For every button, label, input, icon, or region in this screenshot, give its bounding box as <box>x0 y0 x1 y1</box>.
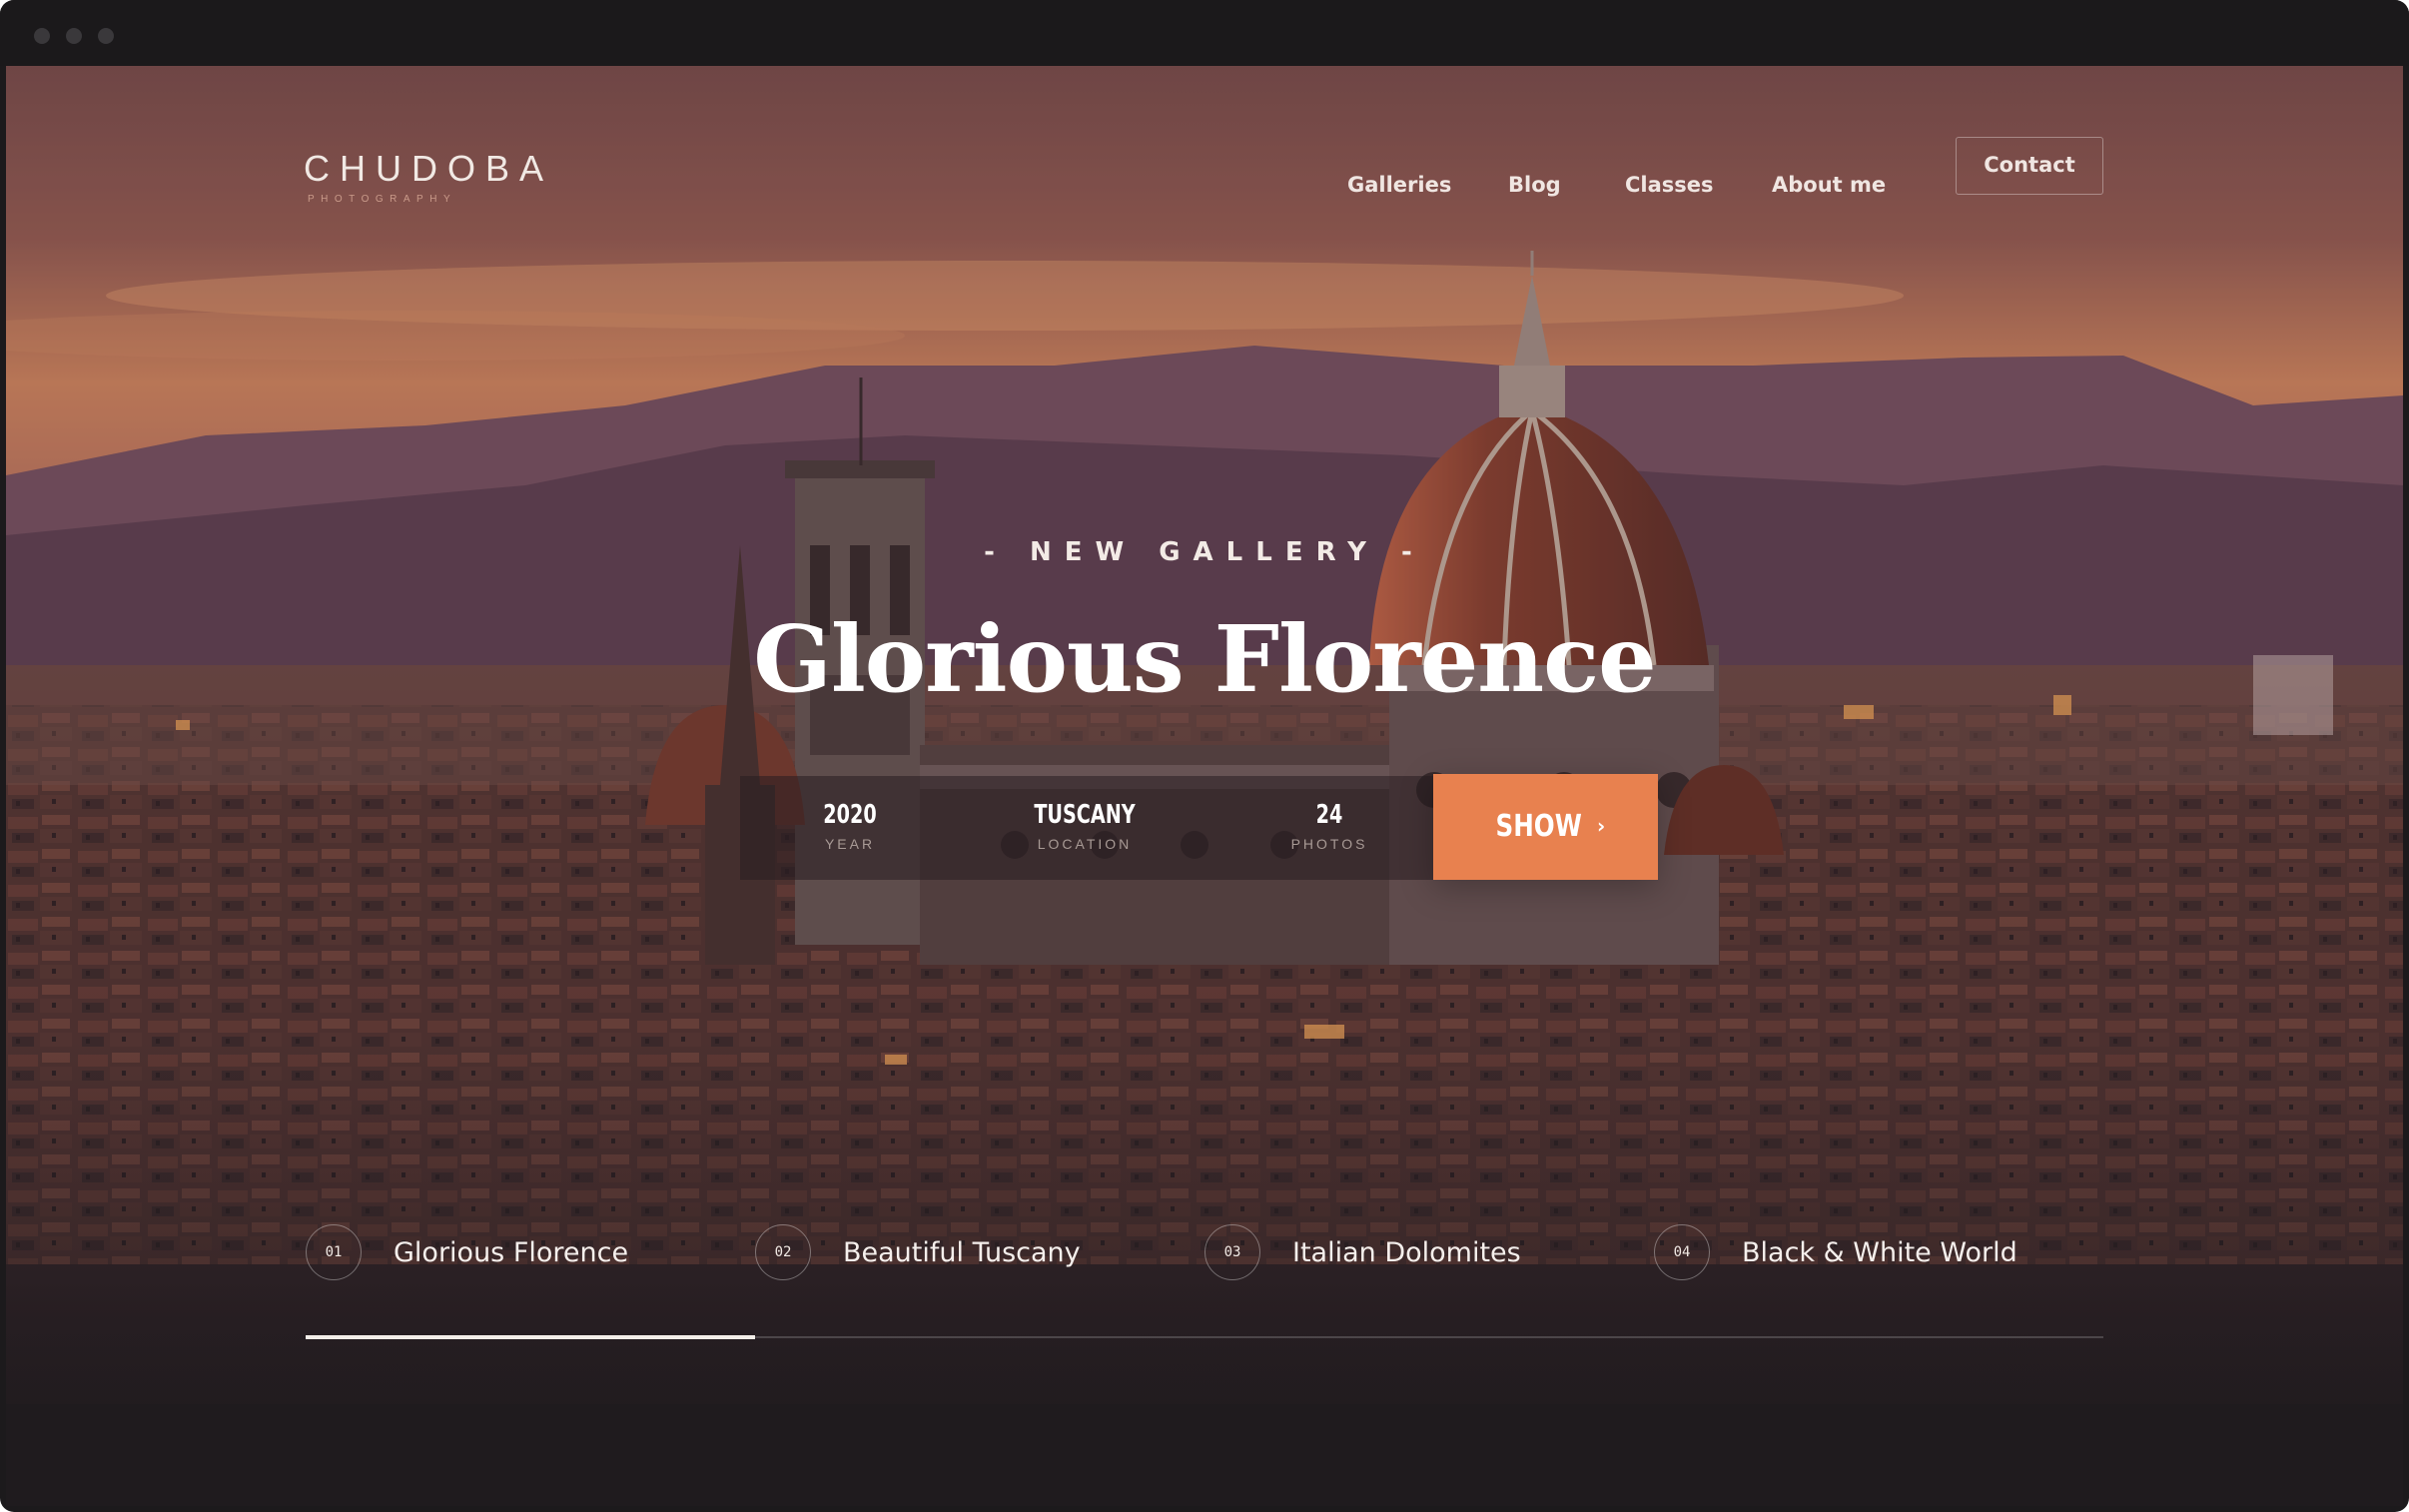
stat-location: TUSCANY LOCATION <box>1005 800 1165 852</box>
contact-button[interactable]: Contact <box>1956 137 2103 195</box>
hero-section: CHUDOBA PHOTOGRAPHY Galleries Blog Class… <box>6 66 2403 1506</box>
slide-label: Italian Dolomites <box>1292 1237 1521 1268</box>
stat-photos-label: PHOTOS <box>1290 836 1368 852</box>
brand-name: CHUDOBA <box>304 148 554 189</box>
slide-label: Beautiful Tuscany <box>843 1237 1081 1268</box>
stat-year-value: 2020 <box>823 800 877 830</box>
slide-label: Glorious Florence <box>394 1237 629 1268</box>
show-button-label: SHOW <box>1495 809 1582 844</box>
gallery-slider-nav: 01 Glorious Florence 02 Beautiful Tuscan… <box>306 1224 2103 1304</box>
nav-classes[interactable]: Classes <box>1625 154 1714 216</box>
stat-photos: 24 PHOTOS <box>1269 800 1389 852</box>
window-minimize-dot[interactable] <box>66 28 82 44</box>
stat-location-value: TUSCANY <box>1034 800 1136 830</box>
window-zoom-dot[interactable] <box>98 28 114 44</box>
chevron-right-icon: › <box>1597 814 1606 838</box>
stat-location-label: LOCATION <box>1037 836 1133 852</box>
nav-galleries[interactable]: Galleries <box>1347 154 1451 216</box>
browser-window: CHUDOBA PHOTOGRAPHY Galleries Blog Class… <box>0 0 2409 1512</box>
window-titlebar <box>0 0 2409 66</box>
gallery-info-bar: 2020 YEAR TUSCANY LOCATION 24 PHOTOS <box>740 776 1439 880</box>
slide-number: 02 <box>755 1224 811 1280</box>
stat-year-label: YEAR <box>824 836 876 852</box>
slide-number: 01 <box>306 1224 362 1280</box>
slider-progress-fill <box>306 1335 755 1339</box>
nav-about-me[interactable]: About me <box>1772 154 1886 216</box>
brand-logo[interactable]: CHUDOBA PHOTOGRAPHY <box>304 148 573 208</box>
nav-blog[interactable]: Blog <box>1508 154 1561 216</box>
brand-subtitle: PHOTOGRAPHY <box>308 194 457 205</box>
slide-label: Black & White World <box>1742 1237 2017 1268</box>
stat-photos-value: 24 <box>1315 800 1343 830</box>
hero-eyebrow: - NEW GALLERY - <box>984 537 1425 567</box>
slide-number: 04 <box>1654 1224 1710 1280</box>
show-gallery-button[interactable]: SHOW › <box>1433 774 1658 880</box>
stat-year: 2020 YEAR <box>800 800 900 852</box>
hero-title: Glorious Florence <box>753 605 1656 713</box>
slide-number: 03 <box>1204 1224 1260 1280</box>
slider-progress-track <box>306 1335 2103 1339</box>
window-close-dot[interactable] <box>34 28 50 44</box>
